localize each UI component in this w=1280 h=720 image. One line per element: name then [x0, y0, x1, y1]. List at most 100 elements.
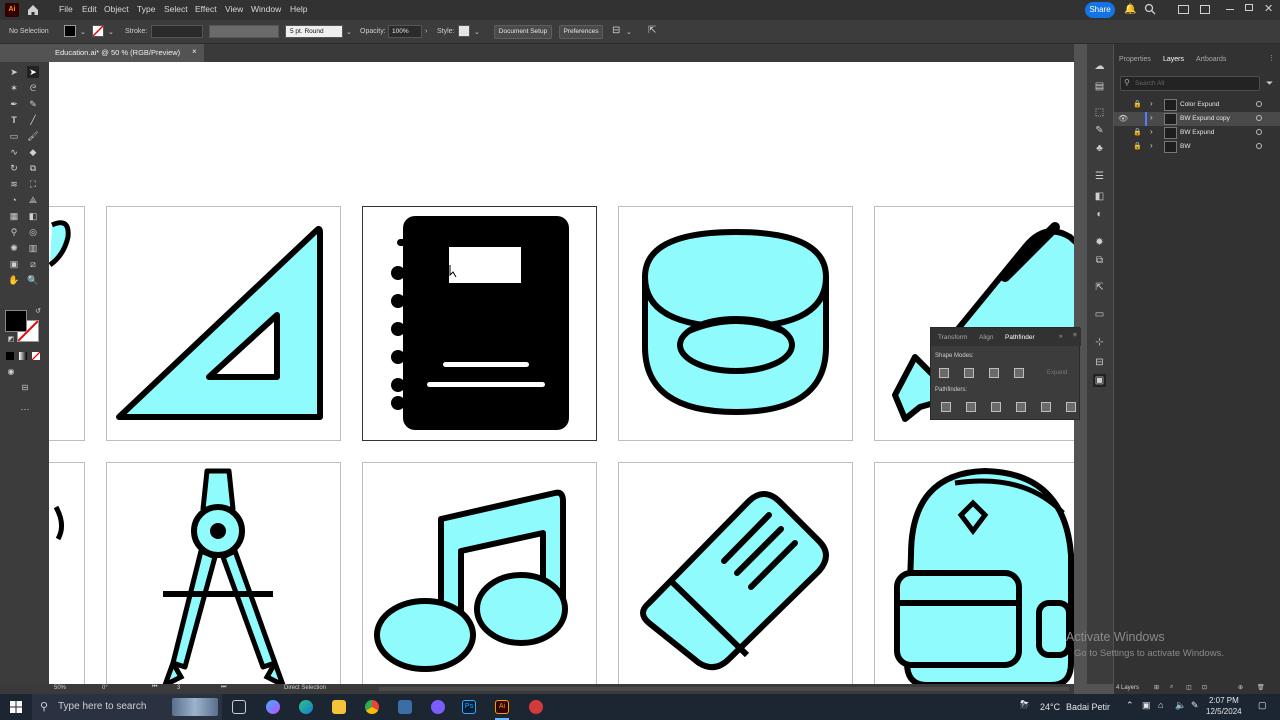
artboard-music-note[interactable]: [362, 462, 597, 684]
artboard-notebook[interactable]: [362, 206, 597, 441]
horizontal-scrollbar[interactable]: [379, 687, 1069, 691]
gradient-panel-icon[interactable]: ◧: [1093, 190, 1106, 203]
collect-export-icon[interactable]: ⊞: [1154, 684, 1159, 691]
chevron-down-icon[interactable]: ⌄: [108, 28, 114, 36]
lock-icon[interactable]: 🔒: [1133, 142, 1142, 150]
comments-icon[interactable]: ▭: [1093, 308, 1106, 321]
chrome-icon[interactable]: [365, 700, 379, 714]
eyedropper-icon[interactable]: ⚲: [8, 226, 20, 238]
taskbar-search-input[interactable]: ⚲ Type here to search: [32, 694, 222, 720]
trim-button[interactable]: [966, 402, 976, 412]
menu-select[interactable]: Select: [164, 4, 188, 14]
clipping-mask-icon[interactable]: ◫: [1186, 684, 1192, 691]
shaper-tool-icon[interactable]: ∿: [8, 146, 20, 158]
expand-arrow-icon[interactable]: ›: [1150, 141, 1153, 150]
artboard-compass[interactable]: [106, 462, 341, 684]
paintbrush-icon[interactable]: 🖌: [27, 130, 39, 142]
layer-target-icon[interactable]: [1256, 101, 1262, 107]
canvas[interactable]: [49, 62, 1074, 684]
tab-align[interactable]: Align: [979, 334, 993, 341]
layer-row[interactable]: 🔒 › BW: [1114, 140, 1280, 154]
column-graph-icon[interactable]: ▥: [27, 242, 39, 254]
exclude-button[interactable]: [1014, 368, 1024, 378]
collapse-panel-icon[interactable]: »: [1059, 333, 1063, 340]
line-tool-icon[interactable]: ╱: [27, 114, 39, 126]
slice-tool-icon[interactable]: ⧄: [27, 258, 39, 270]
type-tool-icon[interactable]: T: [8, 114, 20, 126]
unite-button[interactable]: [939, 368, 949, 378]
panel-menu-icon[interactable]: ≡: [1073, 332, 1077, 339]
artboard-nav-last-icon[interactable]: ⏭: [221, 684, 226, 691]
calculator-icon[interactable]: [398, 700, 412, 714]
artboard-backpack[interactable]: [874, 462, 1074, 684]
rotation-value[interactable]: 0°: [102, 685, 108, 691]
blend-tool-icon[interactable]: ◎: [27, 226, 39, 238]
layer-target-icon[interactable]: [1256, 129, 1262, 135]
minus-front-button[interactable]: [964, 368, 974, 378]
eraser-icon[interactable]: ◆: [27, 146, 39, 158]
brush-definition[interactable]: 5 pt. Round: [285, 25, 343, 38]
symbol-sprayer-icon[interactable]: ✺: [8, 242, 20, 254]
windows-start-icon[interactable]: [10, 701, 22, 713]
bell-icon[interactable]: 🔔: [1124, 4, 1136, 15]
app-icon[interactable]: [529, 700, 543, 714]
chevron-down-icon[interactable]: ⌄: [474, 28, 480, 36]
transform-panel-icon[interactable]: ⊹: [1093, 336, 1106, 349]
filter-icon[interactable]: ⏷: [1266, 78, 1273, 89]
none-mode-icon[interactable]: [31, 351, 41, 361]
merge-button[interactable]: [991, 402, 1001, 412]
asset-export-icon[interactable]: ⬚: [1093, 106, 1106, 119]
language-icon[interactable]: ✎: [1191, 700, 1199, 711]
fill-swatch[interactable]: [64, 25, 76, 37]
intersect-button[interactable]: [989, 368, 999, 378]
photoshop-icon[interactable]: Ps: [462, 700, 476, 714]
artboard-eraser[interactable]: [618, 462, 853, 684]
magic-wand-icon[interactable]: ✶: [8, 82, 20, 94]
new-sublayer-icon[interactable]: ⊡: [1202, 684, 1207, 691]
swap-colors-icon[interactable]: ↺: [32, 306, 44, 318]
panel-menu-icon[interactable]: ⋮: [1268, 54, 1275, 62]
layer-row[interactable]: 👁 › BW Expund copy: [1114, 112, 1280, 126]
clock-date[interactable]: 12/5/2024: [1206, 707, 1242, 716]
tray-chevron-icon[interactable]: ⌃: [1126, 700, 1134, 711]
layer-target-icon[interactable]: [1256, 143, 1262, 149]
preferences-button[interactable]: Preferences: [559, 25, 603, 39]
direct-selection-tool-icon[interactable]: ➤: [27, 66, 39, 78]
tab-transform[interactable]: Transform: [938, 334, 967, 341]
eye-icon[interactable]: 👁: [1118, 114, 1128, 123]
image-trace-icon[interactable]: ▤: [1093, 80, 1106, 93]
default-colors-icon[interactable]: ◩: [5, 334, 17, 346]
screen-mode-icon[interactable]: ⊟: [19, 382, 31, 394]
rectangle-tool-icon[interactable]: ▭: [8, 130, 20, 142]
workspace-icon[interactable]: [1200, 5, 1210, 14]
network-icon[interactable]: ⌂: [1158, 700, 1163, 710]
illustrator-icon[interactable]: Ai: [495, 700, 509, 714]
cc-libraries-icon[interactable]: ☁: [1093, 60, 1106, 73]
free-transform-icon[interactable]: ⛶: [27, 178, 39, 190]
warp-tool-icon[interactable]: ≋: [8, 178, 20, 190]
search-icon[interactable]: [1144, 3, 1156, 17]
chevron-down-icon[interactable]: ⌄: [346, 28, 352, 36]
artboard-partial-left-2[interactable]: [49, 462, 85, 684]
outline-button[interactable]: [1041, 402, 1051, 412]
rotate-tool-icon[interactable]: ↻: [8, 162, 20, 174]
tab-artboards[interactable]: Artboards: [1196, 56, 1226, 63]
close-icon[interactable]: ×: [192, 47, 197, 56]
tab-pathfinder[interactable]: Pathfinder: [1005, 334, 1035, 341]
expand-arrow-icon[interactable]: ›: [1150, 113, 1153, 122]
menu-file[interactable]: File: [59, 4, 73, 14]
task-view-icon[interactable]: [232, 700, 246, 714]
share-export-icon[interactable]: ⇱: [648, 25, 656, 36]
expand-arrow-icon[interactable]: ›: [1150, 127, 1153, 136]
menu-view[interactable]: View: [225, 4, 243, 14]
delete-layer-icon[interactable]: 🗑: [1257, 684, 1265, 691]
pathfinder-panel-icon[interactable]: ▣: [1093, 374, 1106, 387]
mesh-tool-icon[interactable]: ▦: [8, 210, 20, 222]
tab-properties[interactable]: Properties: [1119, 56, 1151, 63]
opacity-input[interactable]: 100%: [388, 25, 422, 38]
brushes-icon[interactable]: ✎: [1093, 124, 1106, 137]
weather-temperature[interactable]: 24°C: [1040, 702, 1060, 712]
draw-mode-icon[interactable]: ◉: [5, 366, 17, 378]
pen-tool-icon[interactable]: ✒: [8, 98, 20, 110]
gradient-tool-icon[interactable]: ◧: [27, 210, 39, 222]
